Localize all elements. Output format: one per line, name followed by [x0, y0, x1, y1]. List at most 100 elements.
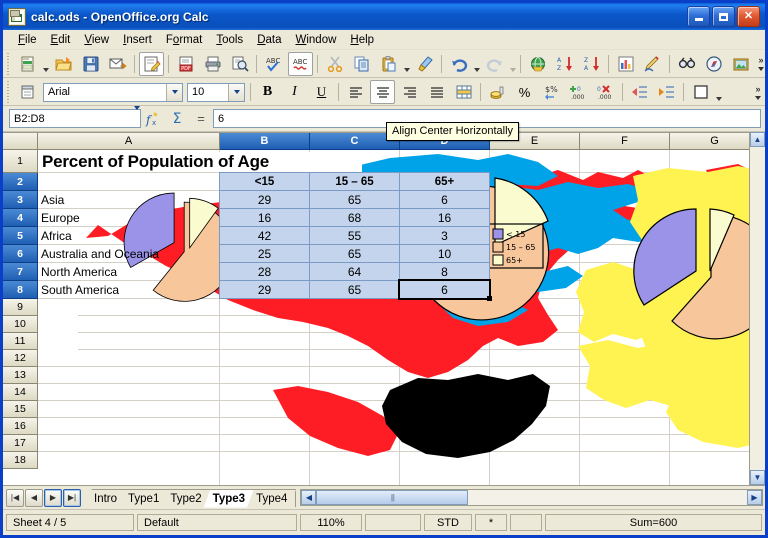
row-header-14[interactable]: 14 [3, 384, 38, 401]
row-header-5[interactable]: 5 [3, 227, 38, 245]
cell-a5[interactable]: Africa [41, 226, 219, 245]
find-replace-icon[interactable] [674, 52, 699, 76]
show-draw-functions-icon[interactable] [640, 52, 665, 76]
scroll-left-button[interactable]: ◀ [301, 490, 316, 505]
row-header-16[interactable]: 16 [3, 418, 38, 435]
borders-dropdown-icon[interactable] [714, 79, 723, 106]
toolbar-expand-standard[interactable]: » [754, 51, 768, 77]
status-zoom[interactable]: 110% [300, 514, 362, 531]
insert-chart-icon[interactable] [613, 52, 638, 76]
equals-icon[interactable]: = [190, 108, 212, 130]
justified-button[interactable] [424, 80, 449, 104]
sheet-tab-type4[interactable]: Type4 [247, 489, 296, 508]
row-header-4[interactable]: 4 [3, 209, 38, 227]
paste-dropdown-icon[interactable] [402, 50, 411, 77]
horizontal-scroll-track[interactable] [468, 490, 747, 505]
menu-tools[interactable]: Tools [209, 32, 250, 48]
toolbar-grip[interactable] [5, 81, 12, 103]
status-insert-mode[interactable]: STD [424, 514, 472, 531]
horizontal-scrollbar[interactable]: ◀ ||| ▶ [300, 489, 763, 506]
sheet-tab-type3[interactable]: Type3 [204, 489, 254, 508]
cell-a6[interactable]: Australia and Oceania [41, 244, 219, 263]
undo-icon[interactable] [446, 52, 471, 76]
row-header-10[interactable]: 10 [3, 316, 38, 333]
row-header-13[interactable]: 13 [3, 367, 38, 384]
styles-and-formatting-icon[interactable] [15, 80, 40, 104]
menu-window[interactable]: Window [289, 32, 344, 48]
cell-c8[interactable]: 65 [309, 280, 400, 299]
function-wizard-icon[interactable]: fx [142, 108, 164, 130]
row-header-11[interactable]: 11 [3, 333, 38, 350]
cell-a1[interactable]: Percent of Population of Age [42, 152, 362, 172]
menu-help[interactable]: Help [343, 32, 381, 48]
toolbar-expand-formatting[interactable]: » [751, 79, 765, 105]
first-sheet-icon[interactable]: |◀ [6, 489, 24, 507]
cell-a8[interactable]: South America [41, 280, 219, 299]
cell-b7[interactable]: 28 [219, 262, 310, 281]
toolbar-grip[interactable] [5, 53, 12, 75]
align-center-button[interactable] [370, 80, 395, 104]
cell-c3[interactable]: 65 [309, 190, 400, 209]
sheet-tab-type1[interactable]: Type1 [119, 489, 168, 508]
sort-ascending-icon[interactable]: AZ [552, 52, 577, 76]
menu-format[interactable]: Format [159, 32, 209, 48]
name-box[interactable]: B2:D8 [9, 109, 141, 128]
menu-data[interactable]: Data [250, 32, 288, 48]
cell-a3[interactable]: Asia [41, 190, 219, 209]
previous-sheet-icon[interactable]: ◀ [25, 489, 43, 507]
row-header-2[interactable]: 2 [3, 173, 38, 191]
scroll-down-button[interactable]: ▼ [750, 470, 765, 485]
menu-file[interactable]: File [11, 32, 44, 48]
cell-d6[interactable]: 10 [399, 244, 490, 263]
percent-format-button[interactable]: % [512, 80, 537, 104]
menu-insert[interactable]: Insert [116, 32, 159, 48]
print-icon[interactable] [200, 52, 225, 76]
sheet-tab-intro[interactable]: Intro [85, 489, 126, 508]
cell-b4[interactable]: 16 [219, 208, 310, 227]
row-header-17[interactable]: 17 [3, 435, 38, 452]
close-button[interactable]: ✕ [737, 6, 760, 27]
add-decimal-button[interactable]: 0.000 [566, 80, 591, 104]
row-header-6[interactable]: 6 [3, 245, 38, 263]
row-header-9[interactable]: 9 [3, 299, 38, 316]
save-icon[interactable] [78, 52, 103, 76]
edit-file-icon[interactable] [139, 52, 164, 76]
font-name-dropdown-icon[interactable] [166, 84, 182, 101]
undo-dropdown-icon[interactable] [472, 50, 481, 77]
cell-d5[interactable]: 3 [399, 226, 490, 245]
scroll-up-button[interactable]: ▲ [750, 132, 765, 147]
cell-b6[interactable]: 25 [219, 244, 310, 263]
vertical-scrollbar[interactable]: ▲ ▼ [749, 132, 765, 485]
sheet-tab-type2[interactable]: Type2 [161, 489, 210, 508]
row-header-12[interactable]: 12 [3, 350, 38, 367]
scroll-right-button[interactable]: ▶ [747, 490, 762, 505]
menu-edit[interactable]: Edit [44, 32, 78, 48]
row-header-7[interactable]: 7 [3, 263, 38, 281]
column-header-a[interactable]: A [38, 133, 220, 150]
select-all-corner[interactable] [3, 133, 38, 150]
font-name-combo[interactable]: Arial [43, 83, 183, 102]
cell-b5[interactable]: 42 [219, 226, 310, 245]
cell-c2[interactable]: 15 – 65 [309, 172, 400, 191]
redo-dropdown-icon[interactable] [508, 50, 517, 77]
autospellcheck-icon[interactable]: ABC [288, 52, 313, 76]
bold-button[interactable]: B [255, 80, 280, 104]
borders-button[interactable] [688, 80, 713, 104]
row-header-1[interactable]: 1 [3, 150, 38, 173]
cell-b3[interactable]: 29 [219, 190, 310, 209]
clone-formatting-icon[interactable] [412, 52, 437, 76]
new-icon[interactable] [15, 52, 40, 76]
column-header-b[interactable]: B [220, 133, 310, 150]
last-sheet-icon[interactable]: ▶| [63, 489, 81, 507]
cell-d2[interactable]: 65+ [399, 172, 490, 191]
email-document-icon[interactable] [105, 52, 130, 76]
font-size-dropdown-icon[interactable] [228, 84, 244, 101]
align-right-button[interactable] [397, 80, 422, 104]
increase-indent-button[interactable] [654, 80, 679, 104]
cell-d4[interactable]: 16 [399, 208, 490, 227]
paste-icon[interactable] [376, 52, 401, 76]
menu-view[interactable]: View [77, 32, 116, 48]
hyperlink-icon[interactable] [525, 52, 550, 76]
gallery-icon[interactable] [728, 52, 753, 76]
decrease-indent-button[interactable] [627, 80, 652, 104]
